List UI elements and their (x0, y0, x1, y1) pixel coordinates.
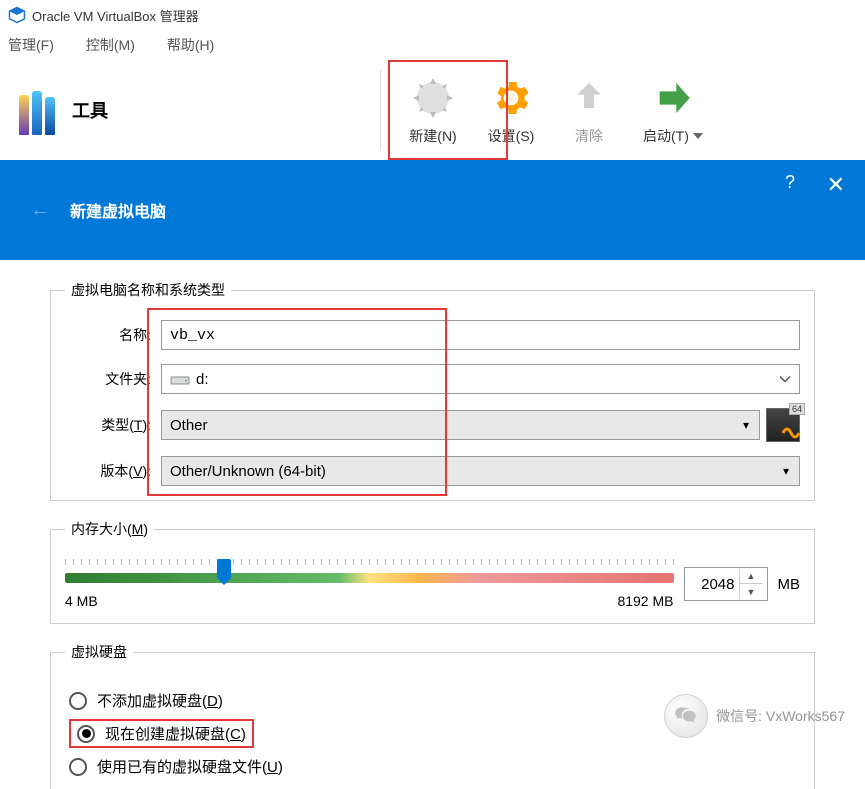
section-name-os: 虚拟电脑名称和系统类型 名称: 文件夹: d: 类型(T): (50, 280, 815, 501)
disk-option-existing[interactable]: 使用已有的虚拟硬盘文件(U) (69, 756, 800, 777)
start-dropdown-icon[interactable] (693, 133, 703, 139)
spin-down-icon[interactable]: ▼ (740, 584, 763, 599)
new-label: 新建(N) (409, 126, 456, 146)
start-label: 启动(T) (643, 126, 689, 146)
wechat-icon (664, 694, 708, 738)
settings-label: 设置(S) (488, 126, 535, 146)
os-icon: 64 (766, 408, 800, 442)
menu-control[interactable]: 控制(M) (86, 35, 135, 55)
memory-max: 8192 MB (617, 593, 673, 609)
legend-name-os: 虚拟电脑名称和系统类型 (65, 280, 231, 300)
menu-help[interactable]: 帮助(H) (167, 35, 214, 55)
wizard-header: ← 新建虚拟电脑 ? ✕ (0, 160, 865, 260)
new-icon (409, 74, 457, 122)
dropdown-indicator-icon: ▾ (743, 418, 749, 432)
spin-up-icon[interactable]: ▲ (740, 569, 763, 584)
type-value: Other (170, 417, 208, 434)
memory-unit: MB (778, 576, 801, 593)
radio-icon[interactable] (69, 758, 87, 776)
folder-value: d: (196, 371, 209, 388)
watermark: 微信号: VxWorks567 (664, 694, 845, 738)
toolbar: 工具 新建(N) (0, 60, 865, 160)
disk-option-none-label: 不添加虚拟硬盘(D) (97, 690, 223, 711)
radio-icon[interactable] (69, 692, 87, 710)
memory-spinner[interactable]: ▲ ▼ (684, 567, 768, 601)
window-titlebar: Oracle VM VirtualBox 管理器 (0, 0, 865, 30)
start-icon (649, 74, 697, 122)
radio-icon[interactable] (77, 725, 95, 743)
memory-value-input[interactable] (685, 576, 739, 593)
start-button[interactable]: 启动(T) (643, 74, 703, 146)
chevron-down-icon (779, 371, 791, 388)
version-value: Other/Unknown (64-bit) (170, 463, 326, 480)
slider-thumb[interactable] (217, 559, 231, 579)
memory-min: 4 MB (65, 593, 98, 609)
slider-ticks (65, 559, 674, 565)
clear-button[interactable]: 清除 (565, 74, 613, 146)
version-combo[interactable]: Other/Unknown (64-bit) ▾ (161, 456, 800, 486)
annotation-highlight-radio: 现在创建虚拟硬盘(C) (69, 719, 254, 748)
window-title: Oracle VM VirtualBox 管理器 (32, 6, 199, 25)
wizard-title: 新建虚拟电脑 (70, 198, 166, 222)
tools-label: 工具 (72, 97, 108, 123)
disk-option-existing-label: 使用已有的虚拟硬盘文件(U) (97, 756, 283, 777)
menubar: 管理(F) 控制(M) 帮助(H) (0, 30, 865, 60)
legend-memory: 内存大小(M) (65, 519, 154, 539)
label-type: 类型(T): (65, 415, 151, 435)
watermark-text: 微信号: VxWorks567 (716, 706, 845, 726)
section-memory: 内存大小(M) 4 MB 8192 MB ▲ ▼ (50, 519, 815, 624)
drive-icon (170, 372, 190, 386)
settings-icon (487, 74, 535, 122)
label-version: 版本(V): (65, 461, 151, 481)
dropdown-indicator-icon: ▾ (783, 464, 789, 478)
tools-icon (12, 85, 62, 135)
menu-file[interactable]: 管理(F) (8, 35, 54, 55)
clear-label: 清除 (575, 126, 603, 146)
wizard-back-icon[interactable]: ← (30, 199, 50, 222)
folder-combo[interactable]: d: (161, 364, 800, 394)
type-combo[interactable]: Other ▾ (161, 410, 760, 440)
name-input[interactable] (161, 320, 800, 350)
virtualbox-logo-icon (8, 6, 26, 24)
new-button[interactable]: 新建(N) (409, 74, 457, 146)
settings-button[interactable]: 设置(S) (487, 74, 535, 146)
disk-option-create-label: 现在创建虚拟硬盘(C) (105, 723, 246, 744)
wizard-help-icon[interactable]: ? (785, 172, 795, 193)
label-name: 名称: (65, 325, 151, 345)
memory-slider[interactable] (65, 573, 674, 583)
clear-icon (565, 74, 613, 122)
label-folder: 文件夹: (65, 369, 151, 389)
wizard-close-icon[interactable]: ✕ (827, 172, 845, 198)
legend-disk: 虚拟硬盘 (65, 642, 133, 662)
tools-pane[interactable]: 工具 (0, 60, 380, 160)
